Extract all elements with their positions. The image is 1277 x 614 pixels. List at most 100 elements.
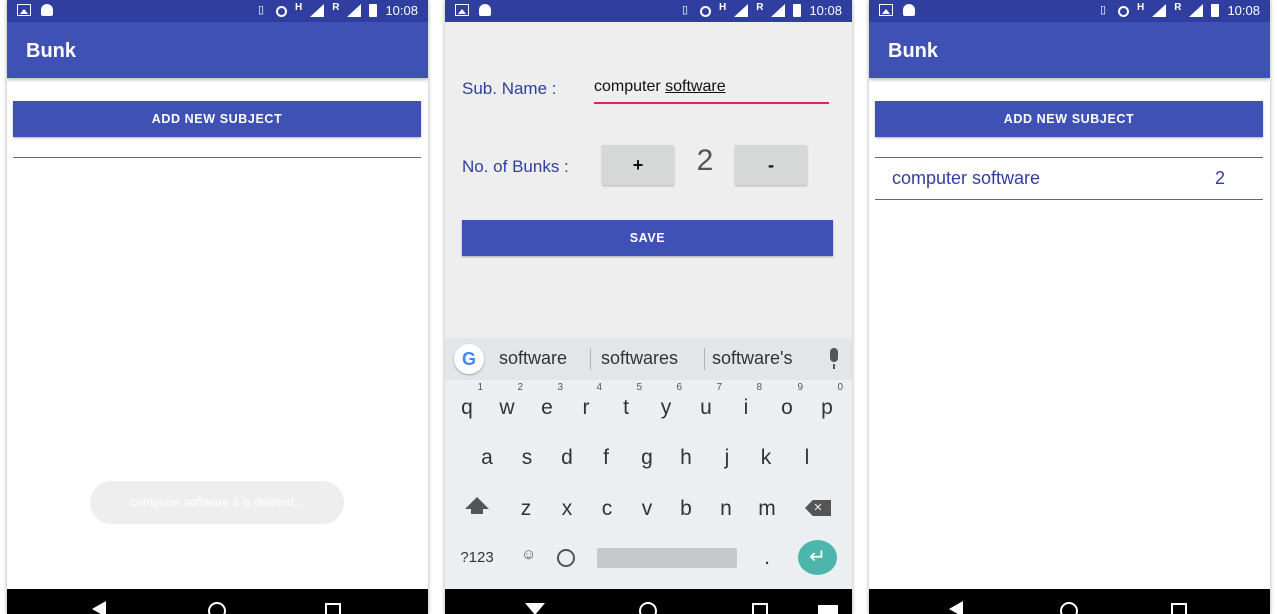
key-k[interactable]: k — [748, 438, 784, 478]
key-e[interactable]: e3 — [529, 382, 565, 428]
subject-name-label: Sub. Name : — [462, 79, 557, 98]
key-hint: 7 — [716, 382, 722, 393]
enter-key[interactable]: ↵ — [798, 540, 837, 575]
key-m[interactable]: m — [749, 489, 785, 529]
network-type-label: H — [718, 2, 727, 13]
back-icon[interactable] — [92, 601, 106, 614]
signal-icon-2 — [1189, 4, 1204, 17]
status-bar: ▯ H R 10:08 — [7, 0, 428, 22]
key-s[interactable]: s — [509, 438, 545, 478]
roaming-label: R — [332, 2, 340, 13]
key-label: y — [660, 396, 672, 419]
suggestion-1[interactable]: software — [499, 348, 567, 369]
battery-icon — [369, 4, 378, 17]
battery-icon — [793, 4, 802, 17]
symbols-key[interactable]: ?123 — [457, 538, 497, 578]
emoji-icon[interactable]: ☺ — [521, 546, 536, 563]
screen-add-subject: ▯ H R 10:08 Sub. Name : computer softwar… — [445, 0, 852, 614]
key-n[interactable]: n — [708, 489, 744, 529]
microphone-icon[interactable] — [830, 348, 838, 369]
status-bar: ▯ H R 10:08 — [445, 0, 852, 22]
key-hint: 3 — [557, 382, 563, 393]
increment-button[interactable]: + — [602, 145, 674, 185]
save-button[interactable]: SAVE — [462, 220, 833, 256]
key-label: u — [700, 396, 712, 419]
key-d[interactable]: d — [549, 438, 585, 478]
clock: 10:08 — [1227, 3, 1260, 18]
key-w[interactable]: w2 — [489, 382, 525, 428]
bunks-count-value: 2 — [696, 144, 714, 177]
toast-message: computer software 3 is deleted... — [90, 481, 344, 524]
key-o[interactable]: o9 — [769, 382, 805, 428]
keyboard-switch-icon[interactable] — [818, 605, 838, 614]
google-icon[interactable]: G — [454, 344, 484, 374]
key-a[interactable]: a — [469, 438, 505, 478]
add-new-subject-button[interactable]: ADD NEW SUBJECT — [875, 101, 1263, 137]
key-label: e — [541, 396, 553, 419]
list-divider — [875, 157, 1263, 158]
android-debug-icon — [479, 4, 491, 16]
roaming-label: R — [1174, 2, 1182, 13]
key-b[interactable]: b — [668, 489, 704, 529]
key-t[interactable]: t5 — [608, 382, 644, 428]
key-hint: 6 — [676, 382, 682, 393]
key-label: o — [781, 396, 793, 419]
suggestion-3[interactable]: software's — [712, 348, 792, 369]
key-y[interactable]: y6 — [648, 382, 684, 428]
subject-name-composing-text: software — [665, 78, 726, 95]
list-divider — [13, 157, 421, 158]
recents-icon[interactable] — [752, 603, 768, 614]
home-icon[interactable] — [1060, 602, 1078, 614]
key-hint: 9 — [797, 382, 803, 393]
key-q[interactable]: q1 — [449, 382, 485, 428]
globe-icon[interactable] — [557, 549, 575, 567]
add-new-subject-button[interactable]: ADD NEW SUBJECT — [13, 101, 421, 137]
app-title: Bunk — [888, 40, 938, 62]
period-key[interactable]: . — [749, 538, 785, 578]
key-z[interactable]: z — [508, 489, 544, 529]
back-icon[interactable] — [949, 601, 963, 614]
recents-icon[interactable] — [1171, 603, 1187, 614]
vibrate-icon: ▯ — [257, 4, 265, 16]
clock: 10:08 — [809, 3, 842, 18]
subject-name-input[interactable]: computer software — [594, 78, 829, 104]
suggestion-separator — [590, 348, 591, 370]
signal-icon — [1152, 4, 1167, 17]
alarm-icon — [275, 5, 287, 17]
space-key[interactable] — [597, 548, 737, 568]
app-title: Bunk — [26, 40, 76, 62]
key-hint: 0 — [837, 382, 843, 393]
vibrate-icon: ▯ — [1099, 4, 1107, 16]
signal-icon-2 — [771, 4, 786, 17]
recents-icon[interactable] — [325, 603, 341, 614]
hide-keyboard-icon[interactable] — [525, 603, 545, 614]
key-x[interactable]: x — [549, 489, 585, 529]
key-v[interactable]: v — [629, 489, 665, 529]
key-r[interactable]: r4 — [568, 382, 604, 428]
key-p[interactable]: p0 — [809, 382, 845, 428]
home-icon[interactable] — [639, 602, 657, 614]
key-u[interactable]: u7 — [688, 382, 724, 428]
key-label: q — [461, 396, 473, 419]
key-hint: 8 — [756, 382, 762, 393]
home-icon[interactable] — [208, 602, 226, 614]
app-bar: Bunk — [869, 22, 1270, 78]
clock: 10:08 — [385, 3, 418, 18]
list-item[interactable]: computer software 2 — [892, 168, 1252, 192]
key-h[interactable]: h — [668, 438, 704, 478]
subject-name-text: computer — [594, 78, 666, 95]
decrement-button[interactable]: - — [735, 145, 807, 185]
key-c[interactable]: c — [589, 489, 625, 529]
alarm-icon — [699, 5, 711, 17]
suggestion-strip: G software softwares software's — [445, 338, 852, 380]
key-l[interactable]: l — [789, 438, 825, 478]
key-hint: 1 — [477, 382, 483, 393]
suggestion-2[interactable]: softwares — [601, 348, 678, 369]
key-f[interactable]: f — [588, 438, 624, 478]
key-label: i — [743, 396, 749, 419]
bunk-count: 2 — [1214, 168, 1225, 188]
key-j[interactable]: j — [709, 438, 745, 478]
key-i[interactable]: i8 — [728, 382, 764, 428]
shift-icon[interactable] — [465, 497, 489, 514]
key-g[interactable]: g — [629, 438, 665, 478]
